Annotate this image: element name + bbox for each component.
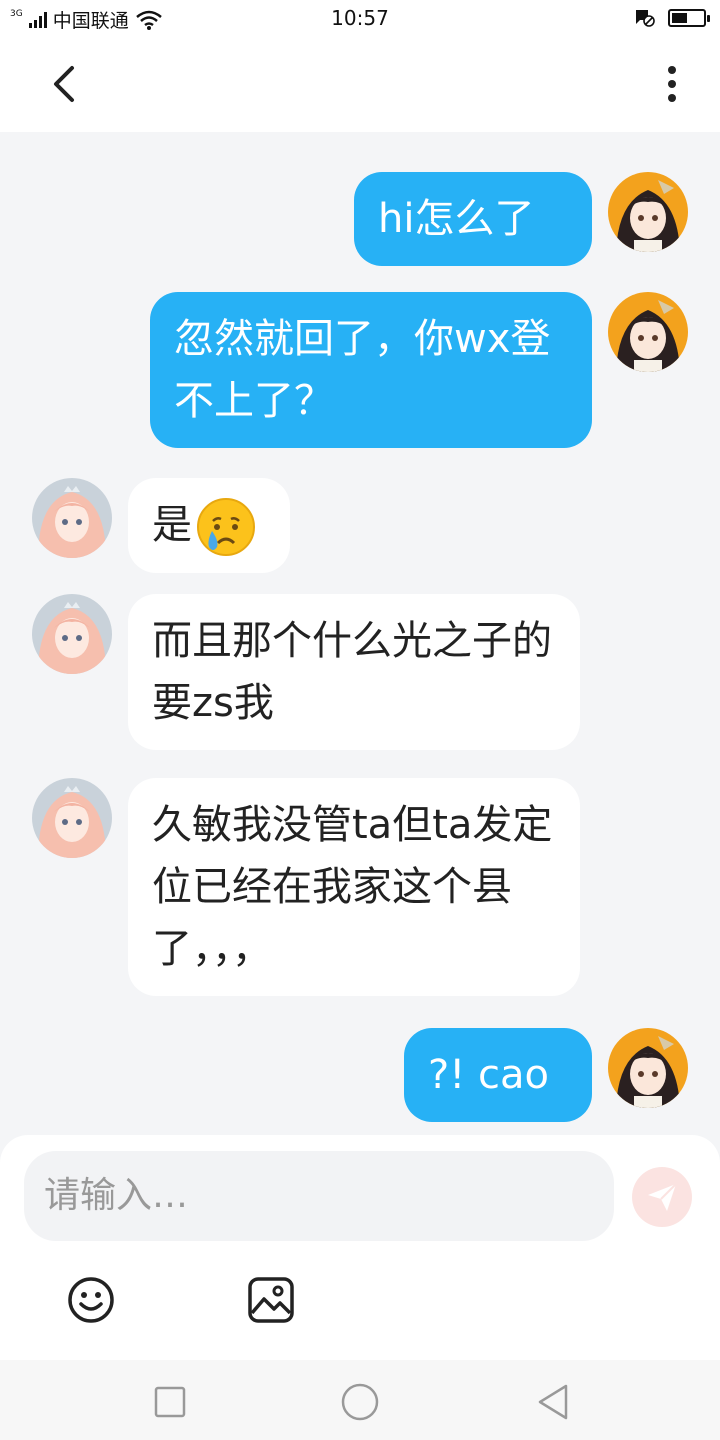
avatar-other[interactable]	[32, 778, 112, 858]
avatar-image	[608, 292, 688, 372]
system-nav-bar	[0, 1360, 720, 1440]
input-placeholder: 请输入…	[44, 1175, 189, 1216]
chat-header	[0, 36, 720, 132]
status-right	[634, 8, 710, 28]
notification-muted-icon	[636, 10, 655, 27]
back-button[interactable]	[40, 60, 88, 108]
image-icon	[248, 1277, 294, 1323]
smiley-icon	[68, 1277, 114, 1323]
message-bubble-other[interactable]: 而且那个什么光之子的要zs我	[128, 594, 580, 750]
more-vertical-icon	[668, 66, 676, 102]
triangle-back-icon	[538, 1384, 568, 1420]
avatar-other[interactable]	[32, 478, 112, 558]
battery-icon	[668, 9, 710, 27]
circle-icon	[341, 1383, 379, 1421]
input-bar: 请输入…	[0, 1135, 720, 1360]
message-bubble-other[interactable]: 是	[128, 478, 290, 573]
square-icon	[154, 1386, 186, 1418]
message-list[interactable]: hi怎么了 忽然就回了，你wx登不上了？ 是 而且那个什么光之子的要zs我 久敏…	[0, 132, 720, 1135]
avatar-image	[32, 478, 112, 558]
avatar-image	[608, 172, 688, 252]
crying-face-icon	[197, 498, 255, 556]
image-button[interactable]	[246, 1275, 296, 1325]
send-button[interactable]	[632, 1167, 692, 1227]
avatar-image	[32, 778, 112, 858]
avatar-other[interactable]	[32, 594, 112, 674]
message-bubble-other[interactable]: 久敏我没管ta但ta发定位已经在我家这个县了，，，	[128, 778, 580, 996]
more-button[interactable]	[648, 60, 696, 108]
status-bar: 3G 中国联通 10:57	[0, 0, 720, 36]
avatar-self[interactable]	[608, 172, 688, 252]
emoji-button[interactable]	[66, 1275, 116, 1325]
avatar-image	[608, 1028, 688, 1108]
chevron-left-icon	[54, 66, 74, 102]
avatar-self[interactable]	[608, 1028, 688, 1108]
home-button[interactable]	[340, 1382, 380, 1422]
avatar-image	[32, 594, 112, 674]
avatar-self[interactable]	[608, 292, 688, 372]
send-icon	[648, 1183, 677, 1211]
back-nav-button[interactable]	[534, 1382, 574, 1422]
message-bubble-self[interactable]: hi怎么了	[354, 172, 592, 266]
message-input[interactable]: 请输入…	[24, 1151, 614, 1241]
recent-apps-button[interactable]	[150, 1382, 190, 1422]
message-bubble-self[interactable]: 忽然就回了，你wx登不上了？	[150, 292, 592, 448]
clock: 10:57	[331, 6, 389, 30]
message-bubble-self[interactable]: ?! cao	[404, 1028, 592, 1122]
message-text: 是	[152, 502, 192, 548]
